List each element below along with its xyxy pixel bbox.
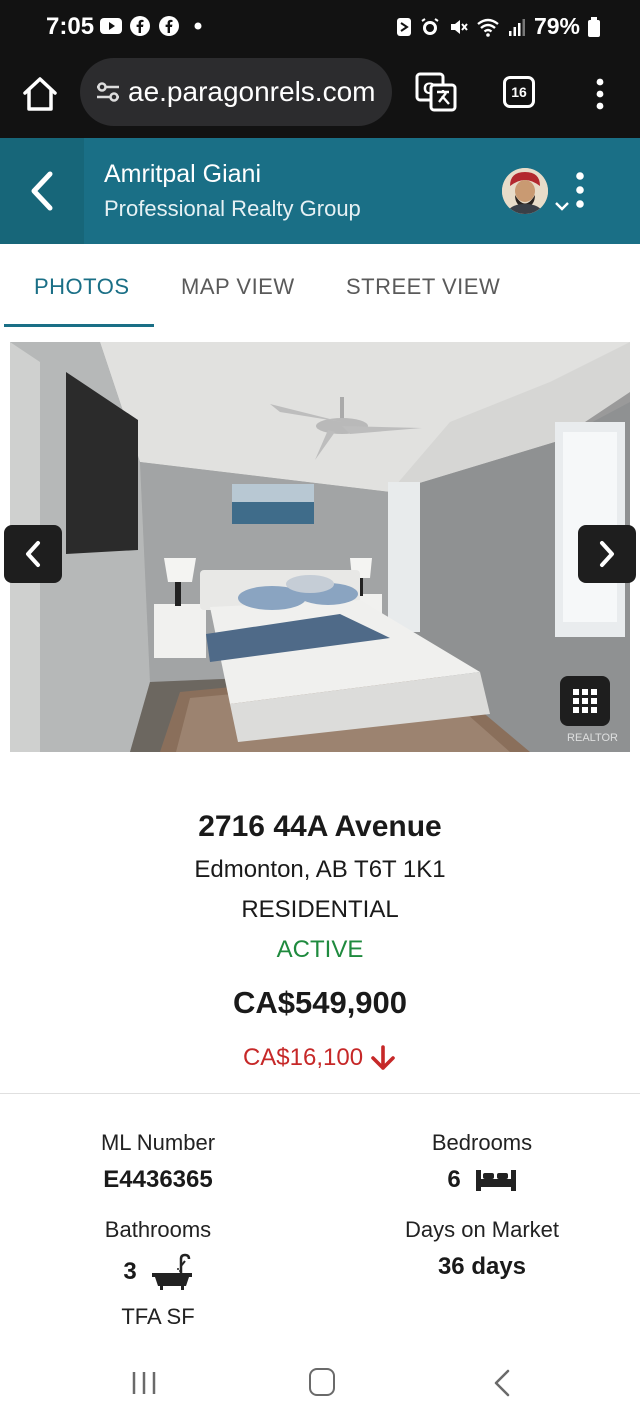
chevron-right-icon: [600, 541, 614, 567]
previous-photo-button[interactable]: [4, 525, 62, 583]
ml-number-label: ML Number: [100, 1130, 216, 1155]
back-nav-icon[interactable]: [492, 1368, 512, 1398]
tfa-sf-label: TFA SF: [121, 1304, 195, 1329]
more-options-icon[interactable]: [574, 170, 586, 210]
fact-bathrooms: Bathrooms 3: [28, 1217, 288, 1291]
bedrooms-row: 6: [352, 1166, 612, 1194]
chevron-left-icon: [26, 541, 40, 567]
notification-icons: [100, 16, 209, 36]
signal-icon: [508, 18, 525, 36]
active-tab-indicator: [4, 324, 154, 327]
android-nav-bar: [0, 1350, 640, 1422]
mute-icon: [450, 19, 468, 34]
avatar[interactable]: [502, 168, 548, 214]
bedrooms-value: 6: [447, 1166, 461, 1193]
youtube-icon: [100, 16, 122, 36]
status-time: 7:05: [46, 13, 95, 40]
battery-percent: 79%: [533, 13, 580, 39]
bathrooms-value: 3: [123, 1258, 137, 1285]
fact-tfa-sf: TFA SF: [28, 1304, 288, 1330]
address-bar[interactable]: ae.paragonrels.com: [80, 58, 392, 126]
translate-icon[interactable]: G: [415, 72, 457, 112]
fact-ml-number: ML Number E4436365: [28, 1130, 288, 1194]
price-change-amount: CA$16,100: [242, 1044, 364, 1071]
back-button[interactable]: [0, 138, 84, 244]
fact-days-on-market: Days on Market 36 days: [352, 1217, 612, 1281]
listing-photo[interactable]: REALTOR: [10, 342, 630, 752]
photo-grid-button[interactable]: [560, 676, 610, 726]
arrow-down-icon: [371, 1045, 395, 1070]
browser-toolbar: ae.paragonrels.com G 16: [0, 54, 640, 138]
status-bar: 7:05 79%: [0, 0, 640, 54]
tab-street-view[interactable]: STREET VIEW: [346, 274, 500, 300]
bathtub-icon: [151, 1253, 192, 1290]
listing-city: Edmonton, AB T6T 1K1: [194, 856, 446, 883]
bedrooms-label: Bedrooms: [431, 1130, 533, 1155]
battery-icon: [588, 16, 600, 37]
wifi-icon: [477, 18, 499, 37]
facebook-icon: [158, 16, 180, 36]
bathrooms-row: 3: [28, 1253, 288, 1291]
tab-map-view[interactable]: MAP VIEW: [181, 274, 295, 300]
listing-price: CA$549,900: [232, 985, 408, 1020]
days-on-market-label: Days on Market: [404, 1217, 560, 1242]
price-change: CA$16,100: [0, 1044, 640, 1072]
home-nav-button[interactable]: [309, 1368, 335, 1396]
recent-apps-icon[interactable]: [130, 1370, 158, 1396]
home-icon[interactable]: [20, 74, 60, 114]
more-notifications-dot-icon: [187, 16, 209, 36]
fact-bedrooms: Bedrooms 6: [352, 1130, 612, 1194]
days-on-market-value: 36 days: [437, 1253, 527, 1280]
agent-name[interactable]: Amritpal Giani: [104, 160, 261, 189]
realtor-watermark: REALTOR: [567, 732, 618, 744]
ml-number-value: E4436365: [103, 1166, 213, 1193]
agent-company: Professional Realty Group: [104, 196, 361, 221]
chevron-down-icon[interactable]: [554, 200, 570, 212]
tab-switcher-button[interactable]: 16: [503, 76, 535, 108]
site-settings-icon[interactable]: [94, 78, 122, 106]
bed-icon: [475, 1170, 516, 1191]
media-tabs: PHOTOS MAP VIEW STREET VIEW: [0, 244, 640, 328]
listing-status: ACTIVE: [276, 936, 364, 963]
chevron-left-icon: [31, 171, 53, 211]
next-photo-button[interactable]: [578, 525, 636, 583]
bathrooms-label: Bathrooms: [104, 1217, 212, 1242]
listing-address: 2716 44A Avenue: [198, 810, 442, 843]
browser-menu-icon[interactable]: [588, 74, 612, 114]
bedroom-photo-image: [10, 342, 630, 752]
property-type: RESIDENTIAL: [241, 896, 399, 923]
system-indicators: 79%: [396, 13, 600, 40]
url-text: ae.paragonrels.com: [128, 76, 376, 107]
nfc-icon: [396, 17, 411, 36]
grid-icon: [573, 689, 597, 713]
section-divider: [0, 1093, 640, 1094]
tab-photos[interactable]: PHOTOS: [34, 274, 130, 300]
alarm-icon: [421, 17, 439, 35]
app-header: Amritpal Giani Professional Realty Group: [0, 138, 640, 244]
facebook-icon: [129, 16, 151, 36]
